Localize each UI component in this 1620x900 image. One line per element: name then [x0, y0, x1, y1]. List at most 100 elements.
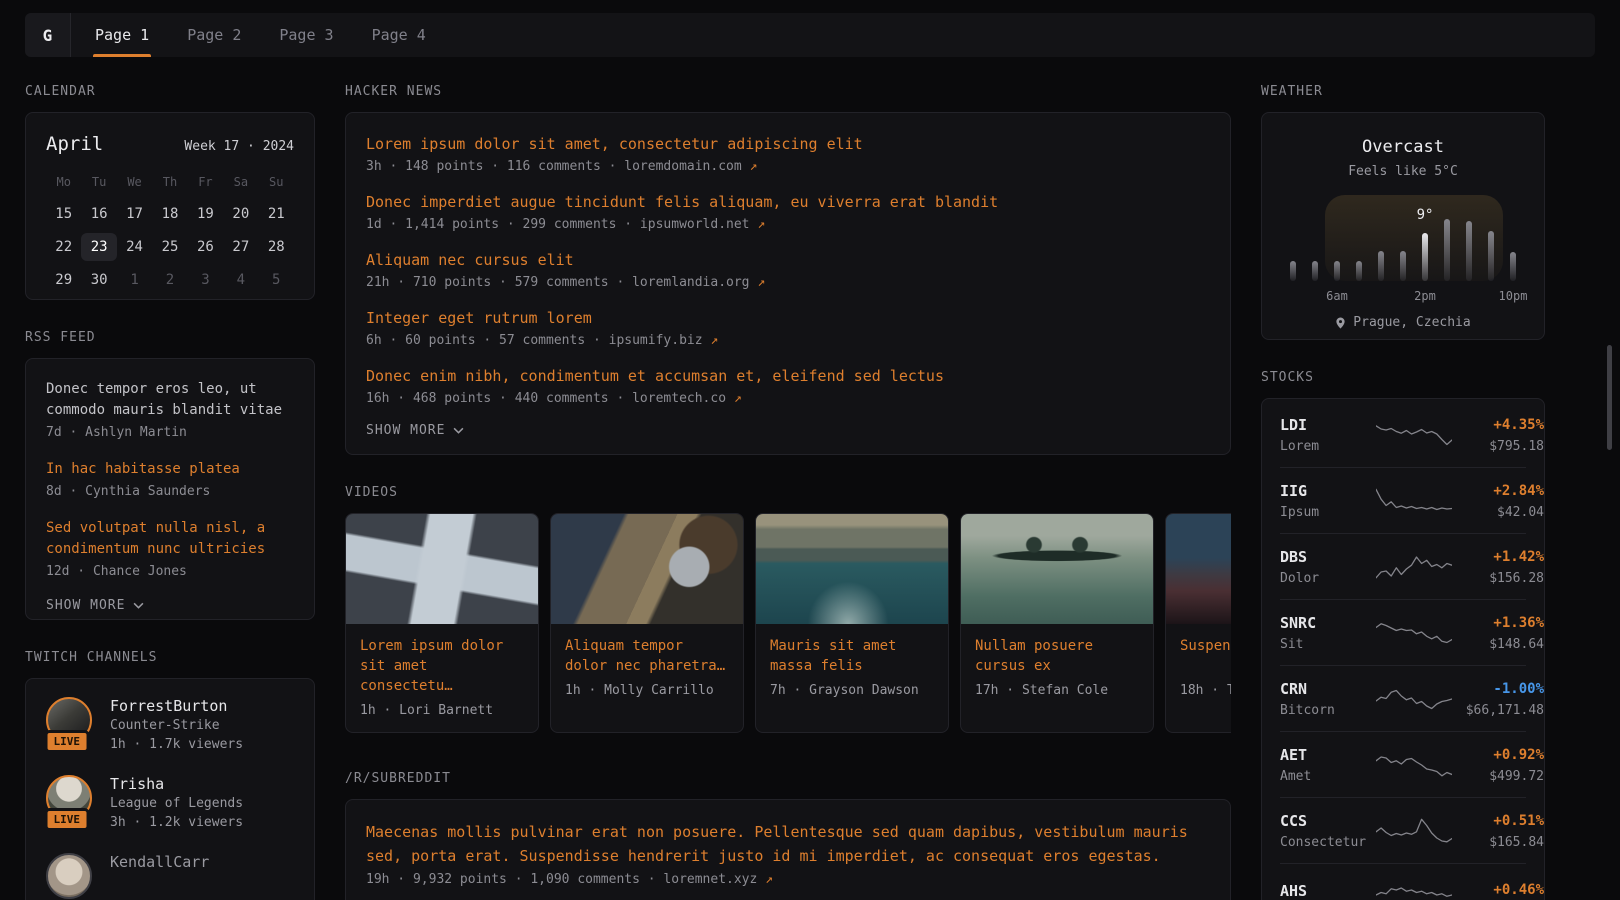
hackernews-item-title[interactable]: Aliquam nec cursus elit: [366, 249, 1210, 271]
stock-ticker: IIG: [1280, 482, 1376, 500]
middle-column: HACKER NEWS Lorem ipsum dolor sit amet, …: [345, 84, 1231, 900]
external-link-icon[interactable]: ↗: [750, 159, 758, 174]
stock-row[interactable]: CRN Bitcorn -1.00% $66,171.48: [1280, 666, 1526, 732]
calendar-date[interactable]: 17: [117, 200, 152, 228]
calendar-date[interactable]: 24: [117, 233, 152, 261]
temperature-label: 9°: [1417, 207, 1434, 223]
video-card[interactable]: Lorem ipsum dolor sit amet consectetu… 1…: [345, 513, 539, 733]
video-card[interactable]: Mauris sit amet massa felis 7h · Grayson…: [755, 513, 949, 733]
page-tab[interactable]: Page 1: [95, 13, 149, 57]
stock-row[interactable]: CCS Consectetur +0.51% $165.84: [1280, 798, 1526, 864]
calendar-date[interactable]: 26: [188, 233, 223, 261]
calendar-date[interactable]: 18: [152, 200, 187, 228]
calendar-section-title: CALENDAR: [25, 84, 315, 99]
stock-values: +4.35% $795.18: [1452, 417, 1544, 454]
twitch-channel-row[interactable]: LIVE ForrestBurton Counter-Strike 1h · 1…: [46, 697, 294, 753]
rss-item-title[interactable]: Donec tempor eros leo, ut commodo mauris…: [46, 379, 294, 421]
video-thumbnail[interactable]: [551, 514, 743, 624]
calendar-date[interactable]: 28: [259, 233, 294, 261]
subreddit-post-title[interactable]: Maecenas mollis pulvinar erat non posuer…: [366, 820, 1210, 868]
page-tab[interactable]: Page 4: [372, 13, 426, 57]
twitch-widget: LIVE ForrestBurton Counter-Strike 1h · 1…: [25, 678, 315, 900]
weather-condition: Overcast: [1278, 137, 1528, 157]
app-logo[interactable]: G: [25, 13, 71, 57]
hackernews-item-title[interactable]: Donec enim nibh, condimentum et accumsan…: [366, 365, 1210, 387]
twitch-channel-row[interactable]: LIVE KendallCarr: [46, 853, 294, 899]
video-thumbnail[interactable]: [756, 514, 948, 624]
calendar-date[interactable]: 30: [81, 266, 116, 294]
twitch-avatar-wrap: LIVE: [46, 853, 92, 899]
stock-row[interactable]: DBS Dolor +1.42% $156.28: [1280, 534, 1526, 600]
video-title[interactable]: Suspendisse diam: [1180, 636, 1231, 676]
calendar-date[interactable]: 29: [46, 266, 81, 294]
video-card[interactable]: Aliquam tempor dolor nec pharetra… 1h · …: [550, 513, 744, 733]
video-thumbnail[interactable]: [961, 514, 1153, 624]
calendar-day-header: Tu: [81, 171, 116, 195]
stock-sparkline-wrap: [1376, 618, 1452, 648]
hackernews-item-meta-text: 6h · 60 points · 57 comments · ipsumify.…: [366, 333, 710, 348]
page-tab[interactable]: Page 2: [187, 13, 241, 57]
stock-change-percent: +4.35%: [1452, 417, 1544, 434]
calendar-date[interactable]: 15: [46, 200, 81, 228]
twitch-channel-row[interactable]: LIVE Trisha League of Legends 3h · 1.2k …: [46, 775, 294, 831]
scrollbar-thumb[interactable]: [1607, 345, 1612, 450]
video-meta: 18h · Tara: [1180, 683, 1231, 698]
video-card[interactable]: Nullam posuere cursus ex 17h · Stefan Co…: [960, 513, 1154, 733]
hackernews-item-title[interactable]: Donec imperdiet augue tincidunt felis al…: [366, 191, 1210, 213]
calendar-date[interactable]: 25: [152, 233, 187, 261]
calendar-date[interactable]: 23: [81, 233, 116, 261]
live-badge: LIVE: [45, 808, 90, 831]
stock-row[interactable]: AET Amet +0.92% $499.72: [1280, 732, 1526, 798]
rss-item-title[interactable]: Sed volutpat nulla nisl, a condimentum n…: [46, 518, 294, 560]
video-title[interactable]: Aliquam tempor dolor nec pharetra…: [565, 636, 729, 676]
external-link-icon[interactable]: ↗: [765, 872, 773, 887]
rss-show-more-button[interactable]: SHOW MORE: [46, 598, 144, 613]
calendar-section: CALENDAR April Week 17 · 2024 Mo Tu We T…: [25, 84, 315, 300]
external-link-icon[interactable]: ↗: [757, 275, 765, 290]
hackernews-item-title[interactable]: Lorem ipsum dolor sit amet, consectetur …: [366, 133, 1210, 155]
calendar-date[interactable]: 4: [223, 266, 258, 294]
calendar-date[interactable]: 1: [117, 266, 152, 294]
page-tab[interactable]: Page 3: [279, 13, 333, 57]
stocks-widget: LDI Lorem +4.35% $795.18: [1261, 398, 1545, 900]
stocks-section-title: STOCKS: [1261, 370, 1545, 385]
hackernews-item: Donec enim nibh, condimentum et accumsan…: [366, 365, 1210, 408]
calendar-date[interactable]: 22: [46, 233, 81, 261]
stock-row[interactable]: IIG Ipsum +2.84% $42.04: [1280, 468, 1526, 534]
calendar-date[interactable]: 19: [188, 200, 223, 228]
calendar-date[interactable]: 3: [188, 266, 223, 294]
hackernews-item-title[interactable]: Integer eget rutrum lorem: [366, 307, 1210, 329]
rss-item-meta: 7d · Ashlyn Martin: [46, 424, 294, 442]
rss-item-title[interactable]: In hac habitasse platea: [46, 459, 294, 480]
stock-identity: IIG Ipsum: [1280, 482, 1376, 520]
dashboard: G Page 1 Page 2 Page 3 Page 4 CALENDAR A…: [0, 0, 1620, 900]
weather-location-row[interactable]: Prague, Czechia: [1278, 315, 1528, 330]
video-title[interactable]: Lorem ipsum dolor sit amet consectetu…: [360, 636, 524, 696]
calendar-date[interactable]: 2: [152, 266, 187, 294]
calendar-date[interactable]: 27: [223, 233, 258, 261]
video-thumbnail[interactable]: [346, 514, 538, 624]
stock-ticker: CCS: [1280, 812, 1376, 830]
external-link-icon[interactable]: ↗: [710, 333, 718, 348]
stock-sparkline-wrap: [1376, 684, 1452, 714]
external-link-icon[interactable]: ↗: [757, 217, 765, 232]
twitch-section: TWITCH CHANNELS LIVE ForrestBurton Count…: [25, 650, 315, 900]
external-link-icon[interactable]: ↗: [734, 391, 742, 406]
video-thumbnail[interactable]: [1166, 514, 1231, 624]
calendar-date[interactable]: 5: [259, 266, 294, 294]
stock-row[interactable]: AHS +0.46%: [1280, 864, 1526, 900]
twitch-channel-name[interactable]: Trisha: [110, 775, 243, 793]
hackernews-show-more-button[interactable]: SHOW MORE: [366, 423, 464, 438]
calendar-day-header: Fr: [188, 171, 223, 195]
stock-price: $156.28: [1452, 571, 1544, 586]
twitch-channel-name[interactable]: ForrestBurton: [110, 697, 243, 715]
stock-row[interactable]: LDI Lorem +4.35% $795.18: [1280, 402, 1526, 468]
calendar-date[interactable]: 16: [81, 200, 116, 228]
stock-row[interactable]: SNRC Sit +1.36% $148.64: [1280, 600, 1526, 666]
video-card[interactable]: Suspendisse diam 18h · Tara: [1165, 513, 1231, 733]
calendar-date[interactable]: 21: [259, 200, 294, 228]
video-title[interactable]: Mauris sit amet massa felis: [770, 636, 934, 676]
calendar-date[interactable]: 20: [223, 200, 258, 228]
twitch-channel-name[interactable]: KendallCarr: [110, 853, 209, 871]
video-title[interactable]: Nullam posuere cursus ex: [975, 636, 1139, 676]
